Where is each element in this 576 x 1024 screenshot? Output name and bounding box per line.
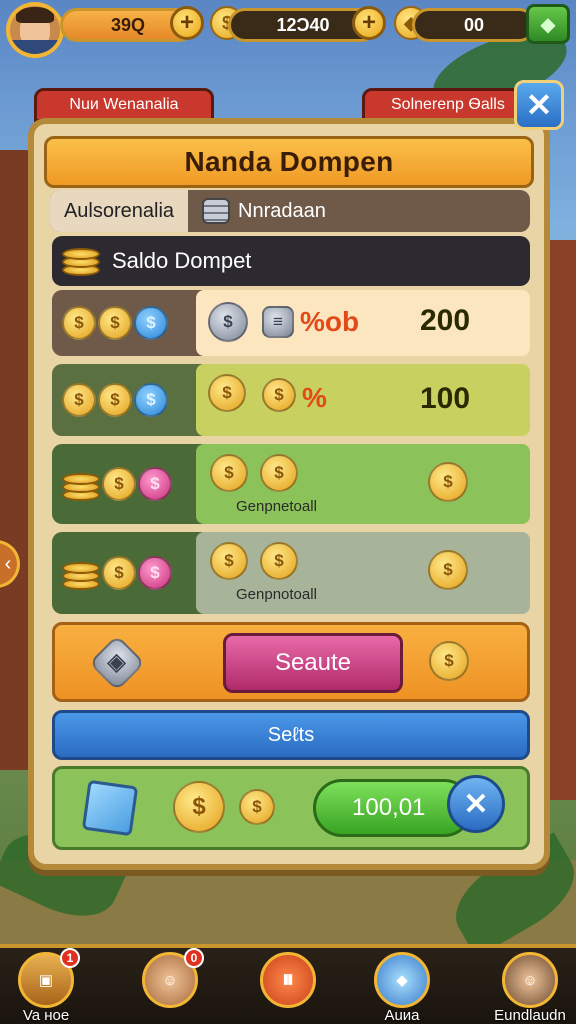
gold-coin-icon: $ [260,454,298,492]
gold-coin-icon: $ [428,550,468,590]
gold-coin-icon: $ [262,378,296,412]
silver-stack-icon: ≡ [262,306,294,338]
add-gold-button[interactable]: + [352,6,386,40]
gold-amount-value: 12Ɔ40 [276,14,330,35]
gold-coin-icon: $ [429,641,469,681]
seaute-button-label: Seaute [274,649,352,676]
background-house-right [546,240,576,800]
gold-coin-icon: $ [173,781,225,833]
nav-item-profile[interactable]: ☺ Eundlaudn [490,948,570,1024]
shop-gem-button[interactable]: ◆ [526,4,570,44]
silver-box-icon: ▣ [88,634,146,692]
gold-stack-icon: $ [208,374,246,412]
gold-coin-icon: $ [428,462,468,502]
add-coins-button[interactable]: + [170,6,204,40]
row-4-coins: $ $ [52,532,196,614]
wallet-row-3[interactable]: $ $ $ $ $ Genpnetoall [52,444,530,524]
close-panel-button[interactable]: ✕ [514,80,564,130]
panel-title: Nanda Dompen [44,136,534,188]
wallet-row-2[interactable]: $ $ $ $ $ % 100 [52,364,530,436]
pause-icon: ⏸ [260,952,316,1008]
gold-coin-icon: $ [102,556,136,590]
row-4-caption: Genpnotoall [236,586,317,603]
seaute-button[interactable]: Seaute [223,633,403,693]
subtab-a[interactable]: Aulsorenalia [50,190,188,232]
gems-amount-value: 00 [463,14,485,35]
nav-item-home[interactable]: ▣ 1 Va ʜoe [6,948,86,1024]
gold-stack-icon [62,244,100,278]
row-2-detail: $ $ % 100 [196,364,530,436]
row-2-coins: $ $ $ [52,364,196,436]
blue-coin-icon: $ [134,383,168,417]
nav-item-character[interactable]: ☺ 0 [130,948,210,1024]
avatar-shirt [11,40,59,54]
seaute-row: ▣ Seaute $ [52,622,530,702]
nav-badge: 1 [60,948,80,968]
tab-left[interactable]: Nuи Wenanalia [34,88,214,122]
row-4-detail: $ $ $ Genpnotoall [196,532,530,614]
gold-coin-icon: $ [62,383,96,417]
wallet-row-1[interactable]: $ $ $ $ ≡ %ob 200 [52,290,530,356]
gold-stack-icon [62,556,100,590]
pink-coin-icon: $ [138,556,172,590]
player-avatar[interactable] [6,2,64,58]
tab-right-label: Solnerenp Ѳalls [391,96,505,113]
nav-label: Va ʜoe [22,1007,70,1024]
bottom-nav: ▣ 1 Va ʜoe ☺ 0 ⏸ ◆ Auиa ☺ Eundlaudn [0,944,576,1024]
row-2-value: 100 [420,382,471,415]
row-1-pct: %ob [300,306,360,337]
panel-title-text: Nanda Dompen [184,146,394,177]
amount-pill-value: 100,01 [352,794,426,821]
top-hud: 39Q + $ 12Ɔ40 + ◆ 00 ◆ [0,0,576,60]
cancel-button[interactable]: ✕ [447,775,505,833]
saldo-header: Saldo Dompet [52,236,530,286]
gold-coin-icon: $ [98,306,132,340]
row-1-coins: $ $ $ [52,290,196,356]
row-1-detail: $ ≡ %ob 200 [196,290,530,356]
info-bar-label: Seℓts [267,723,315,746]
claim-row: $ $ 100,01 ✕ [52,766,530,850]
gold-stack-icon [62,467,100,501]
row-3-coins: $ $ [52,444,196,524]
nav-badge: 0 [184,948,204,968]
player-coins-value: 39Q [110,14,146,35]
subtab-b[interactable]: Nnradaan [202,190,326,232]
tab-right[interactable]: Solnerenp Ѳalls [362,88,522,122]
saldo-label: Saldo Dompet [112,248,252,273]
nav-item-gems[interactable]: ◆ Auиa [362,948,442,1024]
pink-coin-icon: $ [138,467,172,501]
gold-coin-icon: $ [210,454,248,492]
wallet-row-4[interactable]: $ $ $ $ $ Genpnotoall [52,532,530,614]
gold-coin-icon: $ [210,542,248,580]
row-3-caption: Genpnetoall [236,498,317,515]
subtab-b-label: Nnradaan [238,199,326,222]
gems-amount-bar: 00 [412,8,536,42]
coin-stack-icon [202,198,230,224]
gold-coin-icon: $ [102,467,136,501]
nav-item-center[interactable]: ⏸ [248,948,328,1024]
profile-icon: ☺ [502,952,558,1008]
subtab-a-label: Aulsorenalia [63,199,175,222]
gold-coin-icon: $ [62,306,96,340]
tab-left-label: Nuи Wenanalia [69,96,179,113]
info-bar[interactable]: Seℓts [52,710,530,760]
row-1-value: 200 [420,304,471,337]
gold-coin-icon: $ [239,789,275,825]
row-3-detail: $ $ $ Genpnetoall [196,444,530,524]
crystal-box-icon [81,779,139,837]
panel-subtabs: Aulsorenalia Nnradaan [50,190,530,232]
avatar-hair [16,7,54,23]
wallet-panel: Nanda Dompen Aulsorenalia Nnradaan Saldo… [28,118,550,870]
gray-coin-icon: $ [208,302,248,342]
gems-icon: ◆ [374,952,430,1008]
gold-coin-icon: $ [260,542,298,580]
row-2-pct: % [302,382,327,413]
nav-label: Eundlaudn [494,1007,566,1024]
gold-coin-icon: $ [98,383,132,417]
blue-coin-icon: $ [134,306,168,340]
nav-label: Auиa [384,1007,420,1024]
